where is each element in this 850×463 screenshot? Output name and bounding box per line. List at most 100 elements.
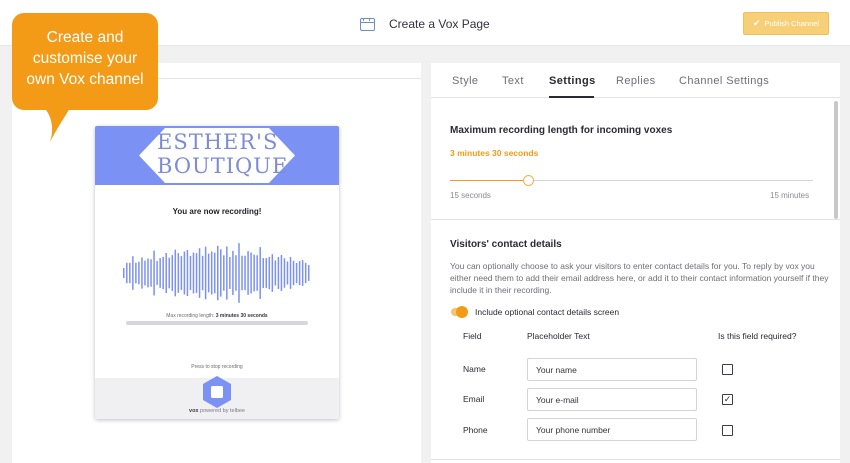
waveform-bar [186, 250, 189, 297]
waveform-bar [280, 254, 283, 292]
waveform-bar [198, 248, 201, 298]
contact-details-title: Visitors' contact details [450, 239, 562, 250]
active-tab-indicator [549, 96, 594, 98]
vox-brand-mark: vox [189, 408, 199, 414]
waveform-bar [141, 257, 143, 289]
email-required-checkbox[interactable]: ✓ [722, 394, 733, 405]
waveform-bar [226, 246, 228, 300]
waveform-bar [298, 260, 301, 286]
powered-by-text: powered by telbee [200, 408, 245, 414]
waveform-bar [126, 262, 128, 284]
waveform-bar [201, 255, 204, 291]
waveform-bar [165, 253, 167, 293]
waveform-bar [262, 258, 264, 288]
waveform-bar [304, 262, 307, 284]
waveform-bar [217, 245, 219, 301]
waveform-bar [162, 256, 164, 290]
waveform-bar [253, 254, 255, 292]
waveform-bar [265, 258, 268, 288]
waveform-bar [132, 256, 134, 290]
waveform-bar [238, 243, 240, 303]
settings-panel: Style Text Settings Replies Channel Sett… [431, 63, 840, 463]
section-divider [431, 219, 840, 220]
field-label-name: Name [463, 364, 486, 374]
max-length-label: Max recording length: [166, 313, 215, 319]
waveform-bar [138, 261, 140, 285]
waveform-bar [180, 256, 183, 290]
callout-line-1: Create and [46, 29, 124, 46]
column-header-field: Field [463, 331, 482, 341]
publish-channel-button[interactable]: ✔ Publish Channel [743, 12, 829, 35]
phone-required-checkbox[interactable] [722, 425, 733, 436]
callout-line-2: customise your [32, 50, 138, 67]
tab-style[interactable]: Style [452, 75, 478, 87]
waveform-bar [292, 260, 295, 286]
column-header-placeholder: Placeholder Text [527, 331, 590, 341]
recording-length-title: Maximum recording length for incoming vo… [450, 125, 673, 136]
name-required-checkbox[interactable] [722, 364, 733, 375]
tab-text[interactable]: Text [502, 75, 524, 87]
waveform-bar [189, 255, 192, 291]
waveform-bar [295, 262, 298, 284]
settings-tabs: Style Text Settings Replies Channel Sett… [431, 63, 840, 98]
page-title: Create a Vox Page [389, 17, 490, 31]
recording-progress-bar [126, 321, 308, 325]
scrollbar[interactable] [834, 101, 838, 219]
waveform-bar [271, 254, 274, 292]
waveform-bar [177, 253, 180, 293]
max-length-value: 3 minutes 30 seconds [215, 313, 268, 319]
waveform-bar [235, 255, 237, 291]
waveform-bar [195, 253, 198, 293]
tab-channel-settings[interactable]: Channel Settings [679, 75, 769, 87]
promo-callout: Create and customise your own Vox channe… [12, 13, 158, 110]
contact-details-toggle-label: Include optional contact details screen [475, 307, 620, 317]
recording-length-slider-fill [450, 180, 529, 181]
stop-recording-button[interactable] [200, 375, 234, 409]
waveform-bar [277, 257, 280, 289]
publish-channel-label: Publish Channel [764, 19, 820, 28]
waveform-bar [286, 261, 289, 285]
waveform-bar [174, 249, 177, 297]
waveform-bar [168, 257, 170, 289]
waveform-bar [250, 252, 252, 294]
waveform-bar [244, 255, 246, 291]
press-to-stop-label: Press to stop recording [191, 364, 243, 370]
powered-by-footer: vox powered by telbee [95, 408, 339, 414]
audio-waveform [123, 243, 310, 303]
tab-settings[interactable]: Settings [549, 75, 596, 87]
waveform-bar [247, 251, 249, 295]
field-label-email: Email [463, 394, 485, 404]
brand-line-1: ESTHER'S [157, 130, 279, 154]
waveform-bar [192, 252, 195, 294]
contact-details-toggle[interactable] [451, 306, 468, 318]
preview-header: ESTHER'S BOUTIQUE [95, 126, 339, 185]
callout-line-3: own Vox channel [26, 71, 144, 88]
slider-max-label: 15 minutes [770, 191, 810, 200]
waveform-bar [259, 247, 261, 299]
waveform-bar [213, 252, 216, 294]
page-title-group: Create a Vox Page [360, 14, 490, 34]
tab-replies[interactable]: Replies [616, 75, 656, 87]
waveform-bar [150, 259, 152, 287]
column-header-required: Is this field required? [718, 331, 797, 341]
waveform-bar [135, 262, 137, 284]
waveform-bar [156, 261, 158, 285]
waveform-bar [207, 253, 210, 293]
check-icon: ✔ [752, 18, 761, 28]
waveform-bar [307, 265, 310, 281]
vox-page-preview: ESTHER'S BOUTIQUE You are now recording!… [95, 126, 339, 419]
waveform-bar [283, 258, 286, 288]
recording-status: You are now recording! [172, 207, 262, 216]
recording-length-value: 3 minutes 30 seconds [450, 148, 539, 158]
panel-bottom-divider [431, 459, 840, 460]
phone-placeholder-input[interactable]: Your phone number [527, 418, 697, 441]
name-placeholder-input[interactable]: Your name [527, 358, 697, 381]
waveform-bar [223, 255, 225, 291]
waveform-bar [220, 249, 222, 297]
recording-length-slider-thumb[interactable] [523, 175, 535, 186]
waveform-bar [129, 262, 131, 284]
email-placeholder-input[interactable]: Your e-mail [527, 388, 697, 411]
waveform-bar [144, 260, 146, 286]
waveform-bar [171, 255, 174, 291]
waveform-bar [204, 246, 207, 300]
